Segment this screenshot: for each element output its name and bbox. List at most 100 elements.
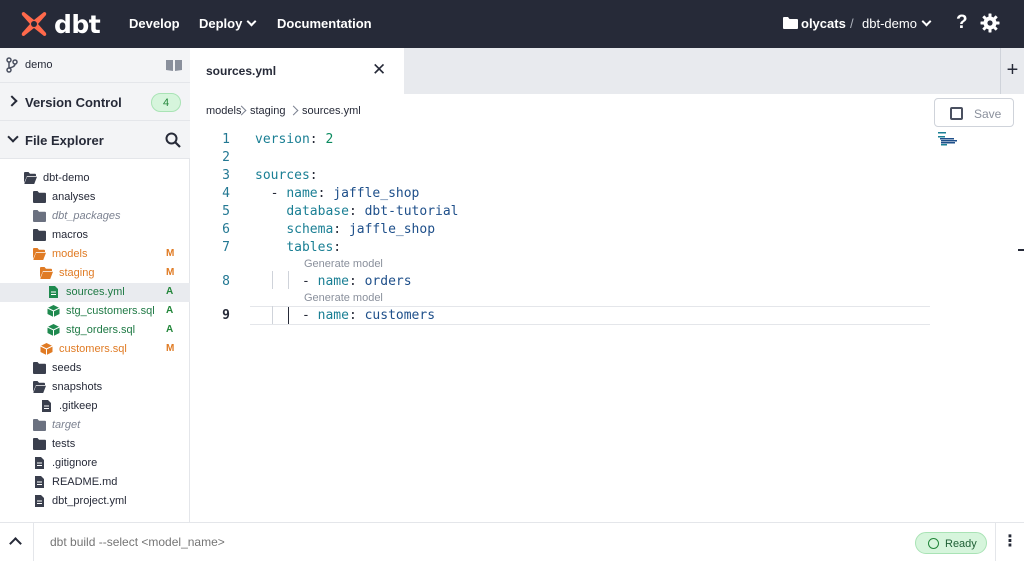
model-icon: [47, 324, 60, 336]
file-explorer-title: File Explorer: [25, 133, 104, 148]
scrollbar-marker: [1018, 249, 1024, 251]
tab-sources-yml[interactable]: sources.yml ✕: [190, 48, 404, 94]
save-button[interactable]: Save: [934, 98, 1014, 127]
code-token: jaffle_shop: [348, 222, 436, 237]
sidebar: demo Version Control 4 File Explorer dbt…: [0, 48, 190, 522]
tree-item[interactable]: README.md: [0, 473, 190, 492]
status-badge: Ready: [915, 532, 987, 554]
dbt-logo[interactable]: dbt: [20, 9, 101, 39]
code-token: schema: [286, 222, 334, 237]
git-status-badge: A: [166, 286, 174, 297]
close-icon[interactable]: ✕: [372, 60, 386, 80]
code-token: orders: [364, 274, 412, 289]
code-line: sources:: [255, 168, 318, 183]
book-icon[interactable]: [166, 59, 182, 71]
gear-icon[interactable]: [980, 13, 1000, 33]
folder-icon: [33, 229, 46, 241]
code-token: sources: [255, 168, 310, 183]
tree-item-label: tests: [52, 438, 76, 450]
code-line: schema: jaffle_shop: [255, 222, 435, 237]
code-token: tables: [286, 240, 334, 255]
folder-icon: [33, 362, 46, 374]
file-icon: [49, 286, 58, 298]
project-separator: /: [850, 16, 854, 31]
tree-item[interactable]: .gitkeep: [0, 397, 190, 416]
tree-item[interactable]: dbt_packages: [0, 207, 190, 226]
status-label: Ready: [945, 538, 977, 550]
line-number: 7: [222, 240, 230, 255]
generate-model-codelens[interactable]: Generate model: [304, 292, 383, 304]
tree-item[interactable]: snapshots: [0, 378, 190, 397]
git-status-badge: A: [166, 305, 174, 316]
tree-item-label: customers.sql: [59, 343, 127, 355]
tree-item[interactable]: .gitignore: [0, 454, 190, 473]
account-name[interactable]: olycats: [801, 16, 846, 31]
tree-item[interactable]: seeds: [0, 359, 190, 378]
nav-documentation[interactable]: Documentation: [277, 16, 372, 31]
code-editor[interactable]: 1 version: 2 2 3 sources: 4 - name: jaffle_sh…: [190, 128, 1024, 522]
more-options-icon[interactable]: ⋮: [995, 523, 1024, 561]
folder-icon: [33, 191, 46, 203]
project-selector[interactable]: dbt-demo: [862, 16, 932, 31]
chevron-down-icon: [7, 131, 19, 143]
code-line: database: dbt-tutorial: [255, 204, 459, 219]
folder-open-icon: [33, 248, 46, 260]
code-token: name: [317, 308, 349, 323]
code-token: -: [255, 274, 318, 289]
logo-text: dbt: [54, 9, 101, 39]
code-token: :: [309, 132, 326, 147]
folder-icon: [33, 438, 46, 450]
tree-item[interactable]: dbt-demo: [0, 169, 190, 188]
minimap[interactable]: [938, 131, 960, 147]
code-token: :: [333, 222, 349, 237]
tree-item-label: sources.yml: [66, 286, 125, 298]
tree-item[interactable]: stg_orders.sql A: [0, 321, 190, 340]
save-button-label: Save: [974, 107, 1002, 121]
code-line: - name: orders: [255, 274, 412, 289]
command-input[interactable]: [50, 535, 650, 549]
expand-panel-button[interactable]: [0, 523, 34, 561]
tree-item-label: macros: [52, 229, 89, 241]
help-icon[interactable]: ?: [956, 12, 968, 34]
file-icon: [35, 476, 44, 488]
file-icon: [35, 495, 44, 507]
nav-deploy[interactable]: Deploy: [199, 16, 257, 31]
breadcrumb-staging[interactable]: staging: [250, 105, 285, 117]
tree-item[interactable]: sources.yml A: [0, 283, 190, 302]
generate-model-codelens[interactable]: Generate model: [304, 258, 383, 270]
nav-develop[interactable]: Develop: [129, 16, 180, 31]
chevron-right-icon: [288, 105, 299, 116]
tree-item[interactable]: staging M: [0, 264, 190, 283]
code-token: jaffle_shop: [333, 186, 420, 201]
code-token: :: [333, 240, 342, 255]
tree-item-label: dbt_packages: [52, 210, 121, 222]
file-explorer-section[interactable]: File Explorer: [0, 121, 190, 159]
tree-item[interactable]: macros: [0, 226, 190, 245]
tree-item-label: snapshots: [52, 381, 103, 393]
new-tab-button[interactable]: +: [1000, 48, 1024, 94]
version-control-section[interactable]: Version Control 4: [0, 83, 190, 121]
search-icon[interactable]: [165, 132, 181, 148]
tree-item[interactable]: models M: [0, 245, 190, 264]
line-number: 6: [222, 222, 230, 237]
line-number: 1: [222, 132, 230, 147]
tree-item[interactable]: target: [0, 416, 190, 435]
tree-item[interactable]: dbt_project.yml: [0, 492, 190, 511]
chevron-right-icon: [6, 95, 18, 107]
tree-item[interactable]: stg_customers.sql A: [0, 302, 190, 321]
tree-item[interactable]: analyses: [0, 188, 190, 207]
code-token: -: [255, 308, 318, 323]
tree-item[interactable]: tests: [0, 435, 190, 454]
branch-selector[interactable]: demo: [0, 48, 190, 83]
folder-icon: [783, 17, 798, 29]
code-token: dbt-tutorial: [364, 204, 459, 219]
dbt-logo-icon: [21, 12, 47, 36]
line-number: 9: [222, 308, 230, 323]
tree-item[interactable]: customers.sql M: [0, 340, 190, 359]
code-token: name: [317, 274, 349, 289]
folder-icon: [33, 419, 46, 431]
git-status-badge: A: [166, 324, 174, 335]
tree-item-label: .gitkeep: [59, 400, 98, 412]
